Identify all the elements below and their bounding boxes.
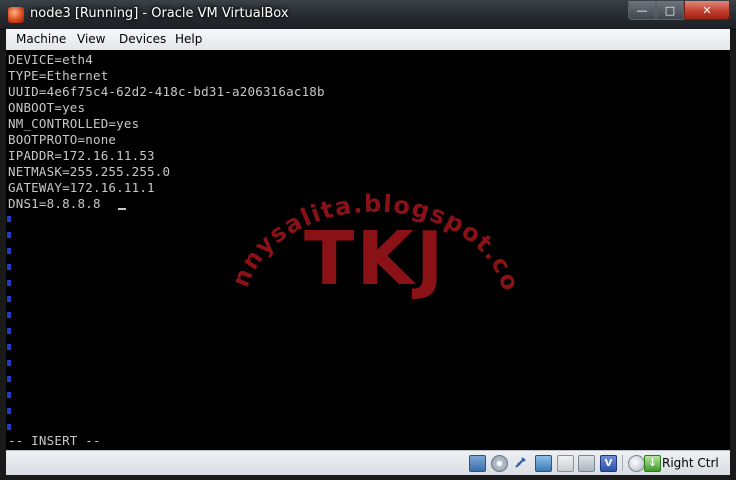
menu-bar: Machine View Devices Help bbox=[6, 29, 730, 51]
empty-line-tilde bbox=[7, 390, 11, 398]
empty-line-tilde bbox=[7, 406, 11, 414]
usb-icon[interactable] bbox=[513, 455, 528, 470]
title-bar[interactable]: node3 [Running] - Oracle VM VirtualBox —… bbox=[0, 0, 736, 30]
console-line: DNS1=8.8.8.8 bbox=[8, 196, 101, 211]
empty-line-tilde bbox=[7, 262, 11, 270]
menu-machine[interactable]: Machine bbox=[16, 32, 66, 46]
empty-line-tilde bbox=[7, 374, 11, 382]
console-line: BOOTPROTO=none bbox=[8, 132, 117, 147]
menu-devices[interactable]: Devices bbox=[119, 32, 166, 46]
keyboard-capture-icon[interactable]: ↓ bbox=[644, 455, 661, 472]
statusbar-separator bbox=[622, 455, 623, 471]
console-line: UUID=4e6f75c4-62d2-418c-bd31-a206316ac18… bbox=[8, 84, 325, 99]
empty-line-tilde bbox=[7, 358, 11, 366]
vm-console-screen[interactable]: DEVICE=eth4 TYPE=Ethernet UUID=4e6f75c4-… bbox=[6, 50, 730, 450]
empty-line-tilde bbox=[7, 294, 11, 302]
empty-line-tilde bbox=[7, 326, 11, 334]
maximize-button[interactable]: □ bbox=[656, 1, 684, 20]
minimize-button[interactable]: — bbox=[628, 1, 656, 20]
virtualbox-app-icon bbox=[8, 7, 24, 23]
empty-line-tilde bbox=[7, 230, 11, 238]
virtualization-icon[interactable]: V bbox=[600, 455, 617, 472]
console-line: ONBOOT=yes bbox=[8, 100, 86, 115]
console-line: TYPE=Ethernet bbox=[8, 68, 109, 83]
console-line: NM_CONTROLLED=yes bbox=[8, 116, 140, 131]
shared-folder-icon[interactable] bbox=[557, 455, 574, 472]
console-line: DEVICE=eth4 bbox=[8, 52, 93, 67]
mouse-integration-icon[interactable] bbox=[628, 455, 645, 472]
empty-line-tilde bbox=[7, 246, 11, 254]
text-cursor bbox=[118, 208, 126, 210]
network-icon[interactable] bbox=[535, 455, 552, 472]
vim-mode-indicator: -- INSERT -- bbox=[8, 433, 101, 448]
display-icon[interactable] bbox=[578, 455, 595, 472]
empty-line-tilde bbox=[7, 214, 11, 222]
empty-line-tilde bbox=[7, 278, 11, 286]
virtualbox-window: node3 [Running] - Oracle VM VirtualBox —… bbox=[0, 0, 736, 480]
window-controls: — □ ✕ bbox=[628, 1, 730, 20]
close-button[interactable]: ✕ bbox=[684, 1, 730, 20]
optical-disc-icon[interactable] bbox=[491, 455, 508, 472]
status-bar: V ↓ Right Ctrl bbox=[6, 450, 730, 475]
console-line: NETMASK=255.255.255.0 bbox=[8, 164, 171, 179]
watermark-logo-text: TKJ bbox=[304, 216, 446, 302]
window-title: node3 [Running] - Oracle VM VirtualBox bbox=[30, 6, 289, 21]
empty-line-tilde bbox=[7, 310, 11, 318]
hard-disk-icon[interactable] bbox=[469, 455, 486, 472]
console-line: GATEWAY=172.16.11.1 bbox=[8, 180, 155, 195]
host-key-label: Right Ctrl bbox=[662, 456, 719, 470]
menu-help[interactable]: Help bbox=[175, 32, 202, 46]
empty-line-tilde bbox=[7, 342, 11, 350]
empty-line-tilde bbox=[7, 422, 11, 430]
menu-view[interactable]: View bbox=[77, 32, 105, 46]
console-line: IPADDR=172.16.11.53 bbox=[8, 148, 155, 163]
